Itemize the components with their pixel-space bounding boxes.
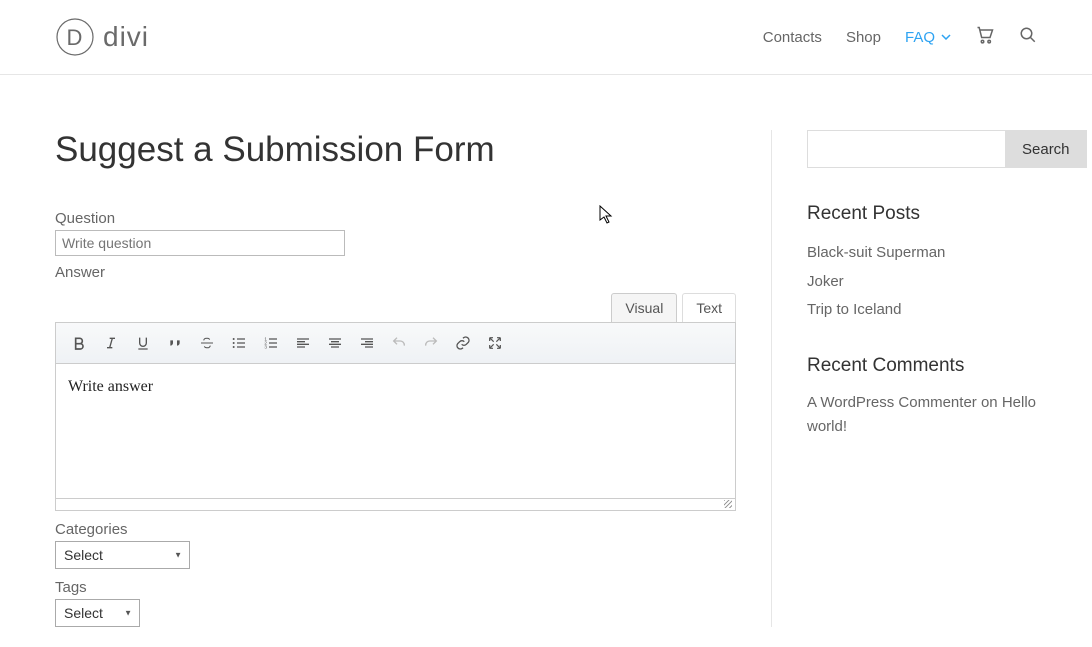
bold-button[interactable] <box>64 329 94 357</box>
fullscreen-button[interactable] <box>480 329 510 357</box>
nav-faq-label: FAQ <box>905 29 935 46</box>
link-button[interactable] <box>448 329 478 357</box>
nav-faq[interactable]: FAQ <box>905 29 951 46</box>
svg-text:3: 3 <box>264 344 267 349</box>
logo-icon: D <box>55 17 95 57</box>
editor-tabs: Visual Text <box>55 293 736 322</box>
categories-select[interactable]: Select <box>55 541 190 569</box>
answer-label: Answer <box>55 264 736 281</box>
redo-button[interactable] <box>416 329 446 357</box>
search-icon[interactable] <box>1019 26 1037 49</box>
editor-resize-handle[interactable] <box>55 499 736 511</box>
site-logo[interactable]: D divi <box>55 17 149 57</box>
sidebar-search-button[interactable]: Search <box>1005 130 1087 168</box>
align-right-button[interactable] <box>352 329 382 357</box>
comment-author-link[interactable]: A WordPress Commenter <box>807 394 977 411</box>
logo-text: divi <box>103 21 149 53</box>
svg-text:D: D <box>67 25 84 50</box>
main-content: Suggest a Submission Form Question Answe… <box>55 130 772 627</box>
tags-select[interactable]: Select <box>55 599 140 627</box>
tab-visual[interactable]: Visual <box>611 293 677 322</box>
tags-label: Tags <box>55 579 736 596</box>
chevron-down-icon <box>941 34 951 40</box>
nav-shop[interactable]: Shop <box>846 29 881 46</box>
quote-button[interactable] <box>160 329 190 357</box>
question-input[interactable] <box>55 230 345 256</box>
cart-icon[interactable] <box>975 25 995 50</box>
recent-posts-list: Black-suit Superman Joker Trip to Icelan… <box>807 239 1037 325</box>
nav-contacts[interactable]: Contacts <box>763 29 822 46</box>
underline-button[interactable] <box>128 329 158 357</box>
align-center-button[interactable] <box>320 329 350 357</box>
list-item[interactable]: Trip to Iceland <box>807 296 1037 325</box>
list-item[interactable]: Joker <box>807 268 1037 297</box>
answer-editor[interactable]: Write answer <box>55 364 736 499</box>
sidebar-search-input[interactable] <box>807 130 1005 168</box>
editor-toolbar: 123 <box>55 322 736 364</box>
sidebar: Search Recent Posts Black-suit Superman … <box>807 130 1037 627</box>
tab-text[interactable]: Text <box>682 293 736 322</box>
undo-button[interactable] <box>384 329 414 357</box>
site-header: D divi Contacts Shop FAQ <box>0 0 1092 75</box>
recent-posts-title: Recent Posts <box>807 203 1037 225</box>
page-title: Suggest a Submission Form <box>55 130 736 170</box>
align-left-button[interactable] <box>288 329 318 357</box>
bullet-list-button[interactable] <box>224 329 254 357</box>
comment-item: A WordPress Commenter on Hello world! <box>807 391 1037 439</box>
search-widget: Search <box>807 130 1037 168</box>
numbered-list-button[interactable]: 123 <box>256 329 286 357</box>
italic-button[interactable] <box>96 329 126 357</box>
primary-nav: Contacts Shop FAQ <box>763 25 1037 50</box>
categories-label: Categories <box>55 521 736 538</box>
recent-comments-title: Recent Comments <box>807 355 1037 377</box>
question-label: Question <box>55 210 736 227</box>
list-item[interactable]: Black-suit Superman <box>807 239 1037 268</box>
strikethrough-button[interactable] <box>192 329 222 357</box>
